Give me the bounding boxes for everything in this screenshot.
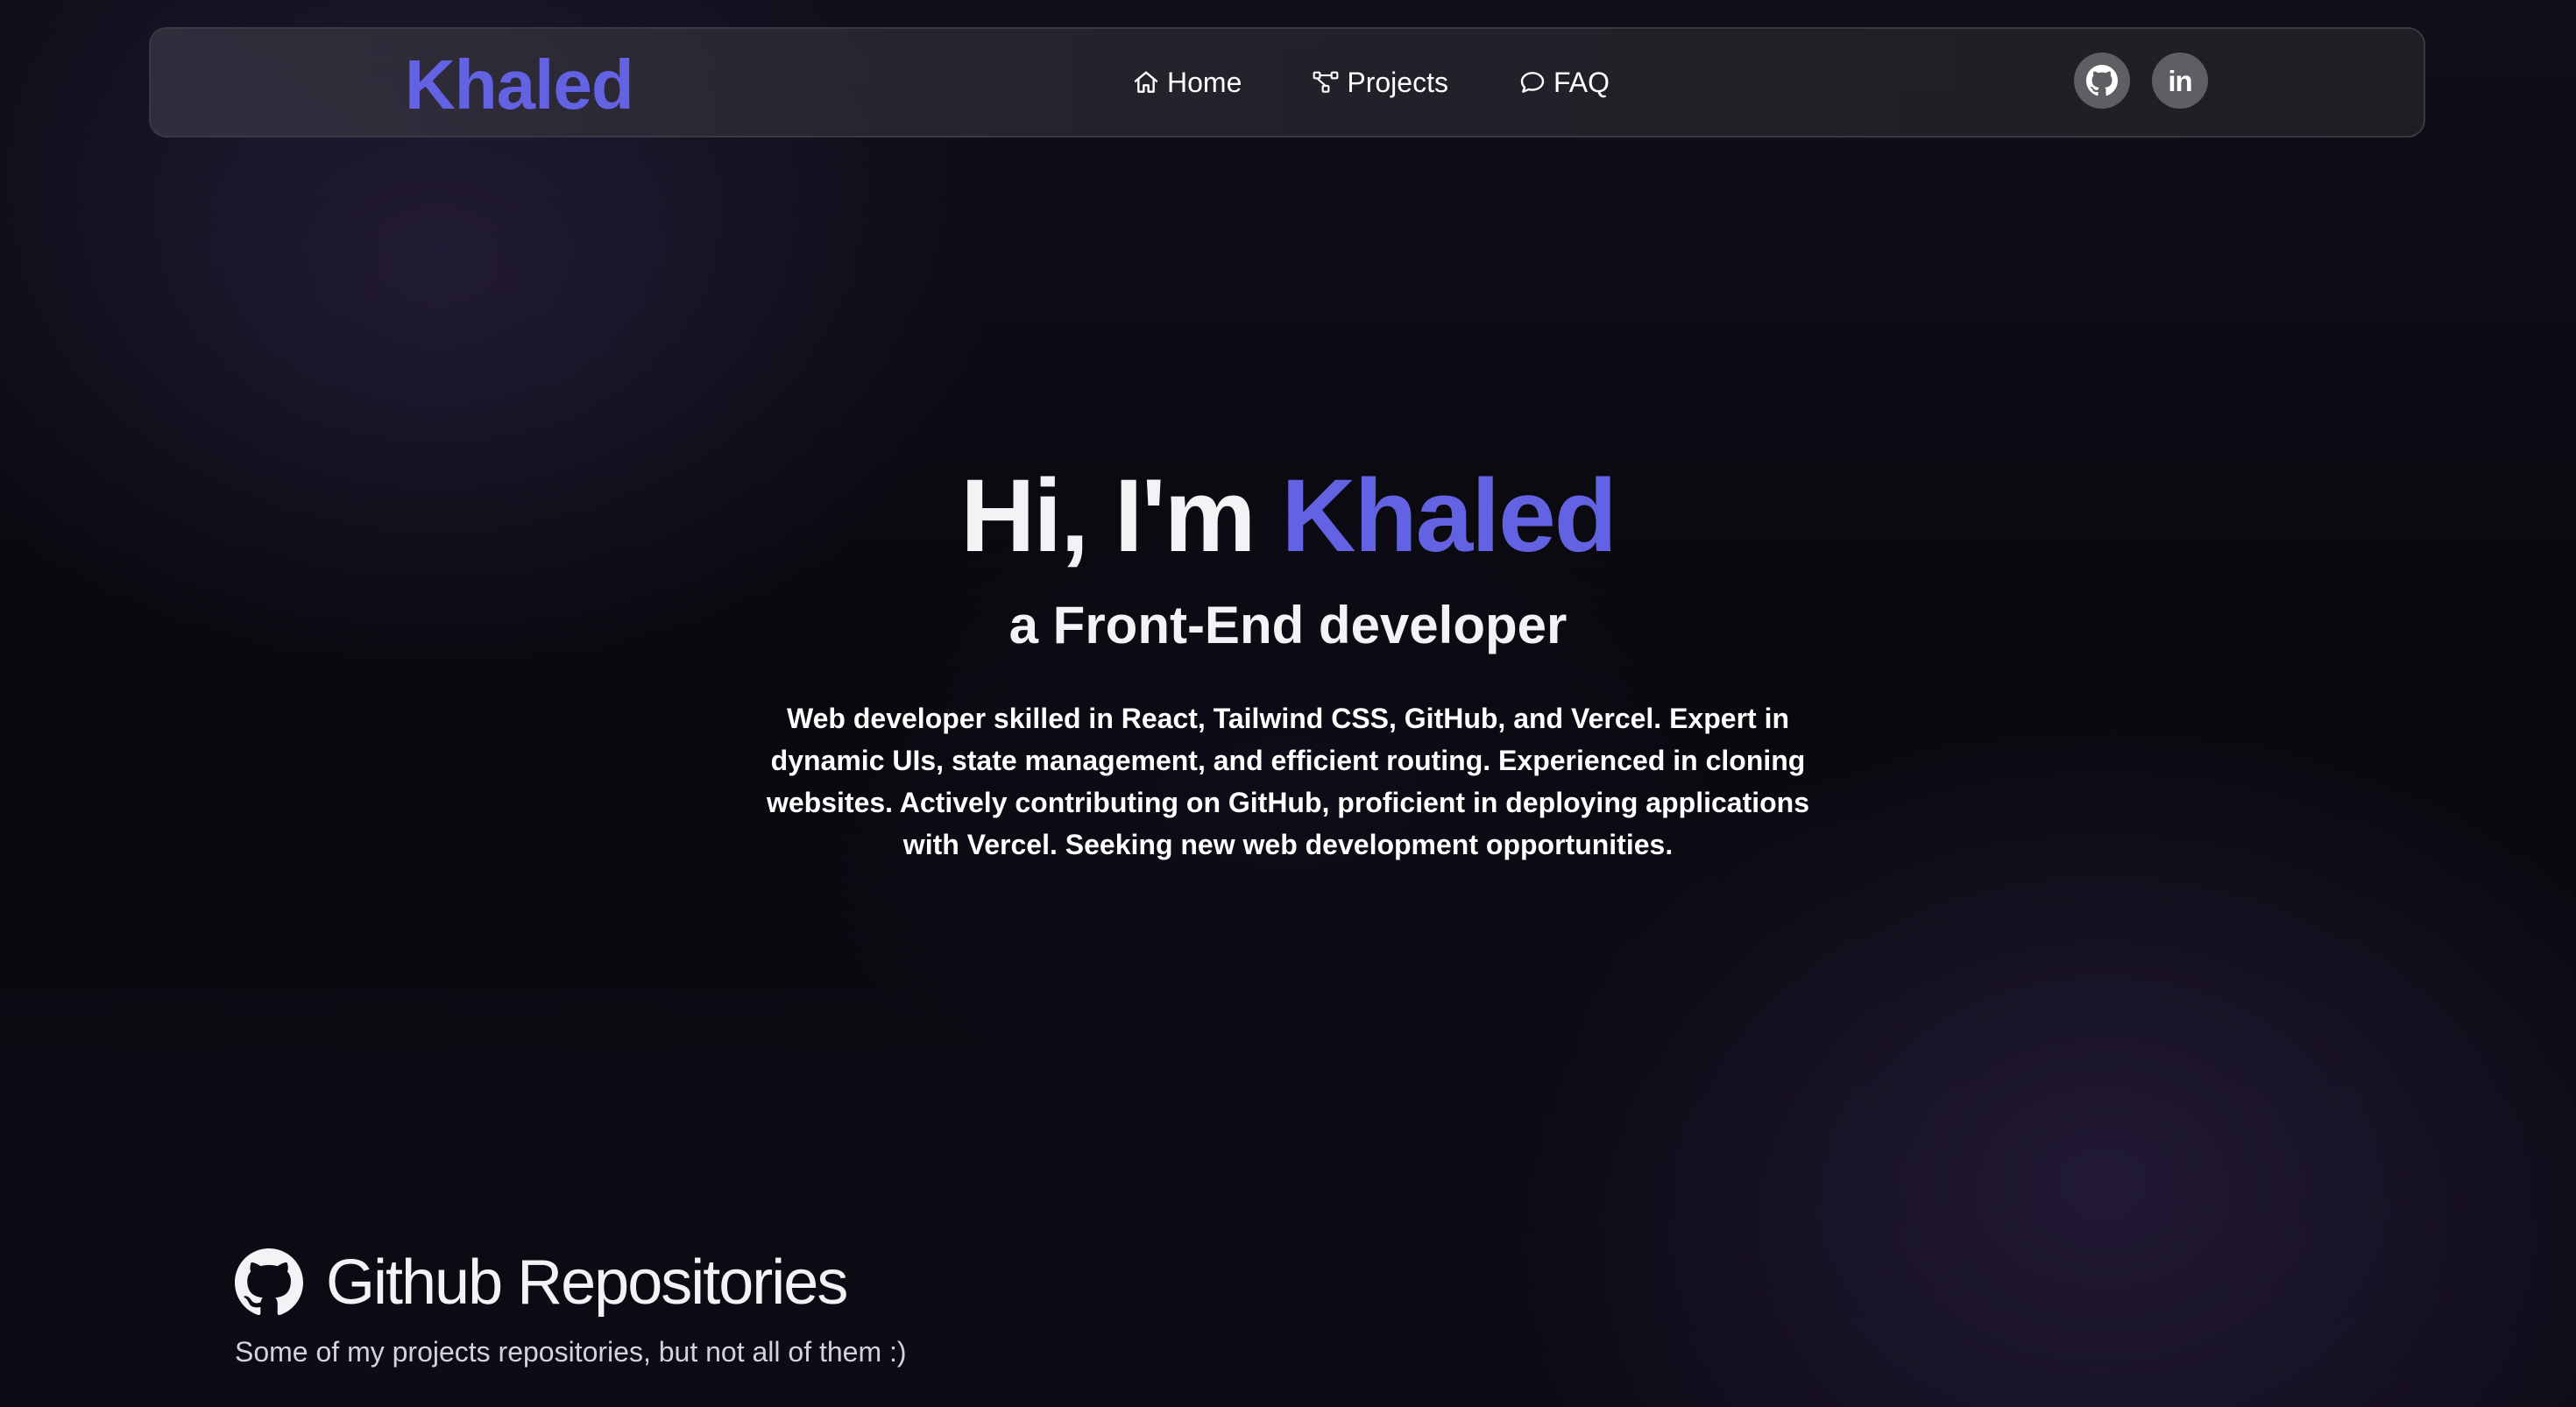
social-links: in <box>2074 53 2208 109</box>
nav-link-home[interactable]: Home <box>1132 67 1242 99</box>
linkedin-button[interactable]: in <box>2152 53 2208 109</box>
repos-subtitle: Some of my projects repositories, but no… <box>235 1336 907 1368</box>
hero-section: Hi, I'm Khaled a Front-End developer Web… <box>0 464 2576 866</box>
hero-name: Khaled <box>1281 458 1617 574</box>
brand-logo[interactable]: Khaled <box>405 46 634 120</box>
chat-bubble-icon <box>1518 68 1546 96</box>
github-icon <box>235 1248 303 1317</box>
repos-title: Github Repositories <box>326 1248 848 1318</box>
nav-link-label: Projects <box>1347 66 1448 98</box>
nav-links: Home Projects FAQ <box>1132 29 1610 136</box>
repos-section: Github Repositories Some of my projects … <box>235 1248 907 1368</box>
navbar: Khaled Home Projects FAQ in <box>149 27 2425 138</box>
hero-title: Hi, I'm Khaled <box>0 464 2576 568</box>
linkedin-icon: in <box>2168 64 2192 97</box>
github-button[interactable] <box>2074 53 2130 109</box>
hero-subtitle: a Front-End developer <box>1008 596 1568 654</box>
hero-description: Web developer skilled in React, Tailwind… <box>766 703 1809 860</box>
nav-link-label: FAQ <box>1553 66 1610 98</box>
nav-link-label: Home <box>1167 66 1242 98</box>
nav-link-projects[interactable]: Projects <box>1312 67 1448 99</box>
repos-heading: Github Repositories <box>235 1248 907 1317</box>
project-diagram-icon <box>1312 68 1340 96</box>
home-icon <box>1132 68 1160 96</box>
nav-link-faq[interactable]: FAQ <box>1518 67 1610 99</box>
hero-greeting: Hi, I'm <box>960 458 1256 574</box>
github-icon <box>2086 65 2118 96</box>
